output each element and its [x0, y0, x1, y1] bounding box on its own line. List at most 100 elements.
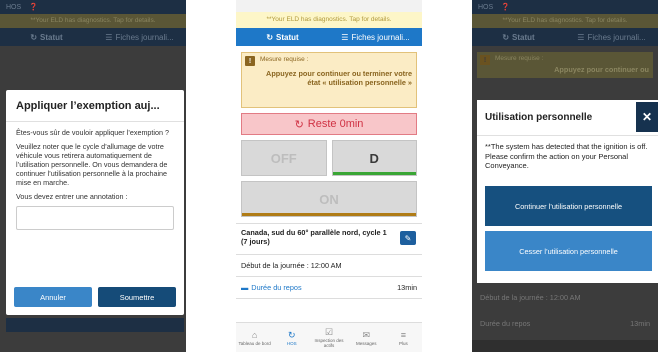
clock-icon: ↻ [288, 329, 296, 340]
alert-title: Mesure requise : [260, 56, 309, 63]
alert-title: Mesure requise : [495, 55, 544, 62]
remaining-time: Reste 0min [307, 118, 364, 130]
warning-icon: ! [245, 56, 255, 66]
inspection-icon: ☑ [324, 327, 334, 337]
nav-more-label: Plus [399, 340, 408, 346]
bed-icon: ▬ [241, 283, 249, 292]
rest-label-wrap: ▬ Durée du repos [241, 283, 302, 292]
bottom-navigation: ⌂ Tableau de bord ↻ HOS ☑ Inspection des… [236, 322, 422, 352]
dimmed-background-bar [6, 318, 184, 332]
dialog-info: Veuillez noter que le cycle d’allumage d… [16, 142, 168, 187]
nav-dashboard[interactable]: ⌂ Tableau de bord [236, 323, 273, 352]
rest-value: 13min [397, 283, 417, 292]
submit-button[interactable]: Soumettre [98, 287, 176, 307]
nav-more[interactable]: ≡ Plus [385, 323, 422, 352]
status-tab-icon: ↻ [266, 32, 274, 42]
tab-status[interactable]: ↻ Statut [236, 28, 329, 46]
off-duty-button[interactable]: OFF [241, 140, 327, 176]
rest-duration-row: Durée du repos 13min [472, 312, 658, 334]
tab-logs[interactable]: ☰ Fiches journali... [565, 28, 658, 46]
status-tab-icon: ↻ [502, 32, 510, 42]
status-bar: HOS ❓ [0, 0, 186, 14]
on-duty-indicator-bar [242, 213, 416, 216]
off-duty-label: OFF [270, 150, 297, 166]
remaining-time-banner: ↻ Reste 0min [241, 113, 417, 135]
day-start-row: Début de la journée : 12:00 AM [480, 292, 581, 302]
annotation-label: Vous devez entrer une annotation : [16, 192, 128, 201]
pencil-icon[interactable]: ✎ [400, 231, 416, 245]
nav-inspection-label: Inspection des actifs [314, 338, 344, 348]
nav-messages-label: Messages [355, 340, 377, 346]
logs-tab-icon: ☰ [577, 32, 585, 42]
tab-status[interactable]: ↻ Statut [0, 28, 93, 46]
tab-status-label: Statut [512, 32, 535, 42]
status-tab-icon: ↻ [30, 32, 38, 42]
status-label: HOS [6, 3, 22, 11]
dialog-body: Êtes-vous sûr de vouloir appliquer l’exe… [6, 122, 184, 201]
driving-label: D [369, 150, 379, 166]
home-icon: ⌂ [251, 329, 258, 340]
alert-text: Appuyez pour continuer ou terminer votre… [266, 69, 412, 87]
continue-pc-button[interactable]: Continuer l’utilisation personnelle [485, 186, 652, 226]
tab-bar: ↻ Statut ☰ Fiches journali... [0, 28, 186, 46]
diagnostics-banner[interactable]: **Your ELD has diagnostics. Tap for deta… [0, 14, 186, 28]
tab-logs-label: Fiches journali... [115, 32, 174, 42]
dialog-title: Appliquer l’exemption auj... [6, 90, 184, 122]
dialog-text: **The system has detected that the ignit… [485, 142, 648, 170]
nav-hos[interactable]: ↻ HOS [273, 323, 310, 352]
rest-label: Durée du repos [251, 283, 302, 292]
status-bar [236, 0, 422, 12]
warning-icon: ! [480, 55, 490, 65]
status-label: HOS [478, 3, 494, 11]
exemption-dialog: Appliquer l’exemption auj... Êtes-vous s… [6, 90, 184, 315]
cancel-button[interactable]: Annuler [14, 287, 92, 307]
rest-label: Durée du repos [480, 318, 531, 328]
tab-bar: ↻ Statut ☰ Fiches journali... [236, 28, 422, 46]
stop-pc-button[interactable]: Cesser l’utilisation personnelle [485, 231, 652, 271]
dialog-question: Êtes-vous sûr de vouloir appliquer l’exe… [16, 128, 170, 137]
diagnostics-banner[interactable]: **Your ELD has diagnostics. Tap for deta… [236, 12, 422, 28]
dialog-buttons: Annuler Soumettre [6, 287, 184, 307]
refresh-icon: ↻ [294, 118, 304, 131]
tab-logs-label: Fiches journali... [351, 32, 410, 42]
tab-logs[interactable]: ☰ Fiches journali... [93, 28, 186, 46]
tab-logs[interactable]: ☰ Fiches journali... [329, 28, 422, 46]
nav-messages[interactable]: ✉ Messages [348, 323, 385, 352]
dimmed-bottom-navigation [472, 340, 658, 352]
logs-tab-icon: ☰ [341, 32, 349, 42]
rest-duration-row: ▬ Durée du repos 13min [236, 277, 422, 299]
diagnostics-banner[interactable]: **Your ELD has diagnostics. Tap for deta… [472, 14, 658, 28]
alert-text: Appuyez pour continuer ou [554, 65, 649, 74]
dialog-title: Utilisation personnelle [477, 100, 658, 136]
tab-status-label: Statut [276, 32, 299, 42]
personal-conveyance-dialog: Utilisation personnelle ✕ **The system h… [477, 100, 658, 283]
screen-apply-exemption: HOS ❓ **Your ELD has diagnostics. Tap fo… [0, 0, 186, 352]
screen-hos-status: **Your ELD has diagnostics. Tap for deta… [236, 0, 422, 352]
nav-inspection[interactable]: ☑ Inspection des actifs [310, 323, 347, 352]
mail-icon: ✉ [362, 329, 370, 340]
close-icon[interactable]: ✕ [636, 102, 658, 132]
nav-dashboard-label: Tableau de bord [238, 340, 271, 346]
tab-logs-label: Fiches journali... [587, 32, 646, 42]
on-duty-label: ON [319, 191, 339, 207]
on-duty-button[interactable]: ON [241, 181, 417, 217]
screen-personal-conveyance: HOS ❓ **Your ELD has diagnostics. Tap fo… [472, 0, 658, 352]
action-required-alert[interactable]: ! Mesure requise : Appuyez pour continue… [241, 52, 417, 108]
help-icon[interactable]: ❓ [29, 3, 38, 11]
help-icon[interactable]: ❓ [501, 3, 510, 11]
action-required-alert: ! Mesure requise : Appuyez pour continue… [477, 52, 653, 78]
day-start-row: Début de la journée : 12:00 AM [236, 255, 422, 277]
driving-indicator-bar [332, 172, 416, 175]
tab-status-label: Statut [40, 32, 63, 42]
logs-tab-icon: ☰ [105, 32, 113, 42]
nav-hos-label: HOS [286, 340, 297, 346]
duty-status-row: OFF D [241, 140, 417, 176]
tab-status[interactable]: ↻ Statut [472, 28, 565, 46]
ruleset-text: Canada, sud du 60° parallèle nord, cycle… [241, 228, 387, 246]
driving-button[interactable]: D [331, 140, 417, 176]
status-bar: HOS ❓ [472, 0, 658, 14]
ruleset-row: Canada, sud du 60° parallèle nord, cycle… [236, 223, 422, 255]
menu-icon: ≡ [400, 329, 407, 340]
annotation-input[interactable] [16, 206, 174, 230]
rest-value: 13min [630, 318, 650, 328]
